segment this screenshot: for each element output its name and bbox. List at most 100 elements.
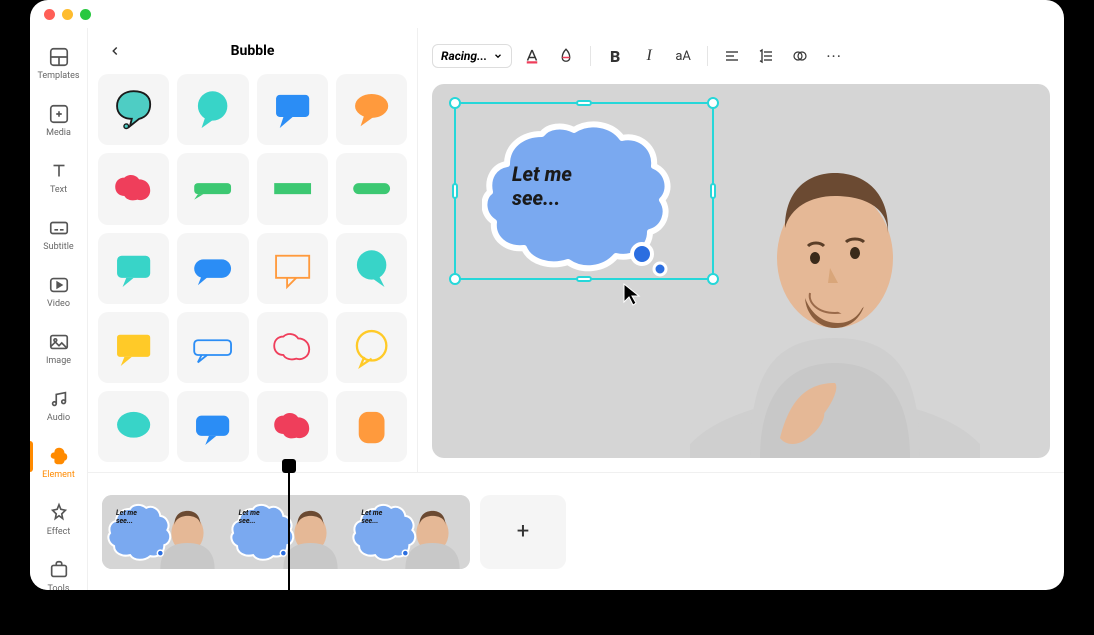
sidebar-item-audio[interactable]: Audio <box>30 388 87 423</box>
cursor-icon <box>622 282 642 306</box>
highlight-button[interactable] <box>552 42 580 70</box>
timeline-clip[interactable]: Let me see... Let me see... <box>102 495 470 569</box>
image-icon <box>48 331 70 353</box>
sidebar-item-label: Text <box>50 185 67 195</box>
resize-handle-l[interactable] <box>452 183 458 199</box>
back-button[interactable] <box>102 38 128 64</box>
mini-bubble-text: Let me see... <box>239 509 260 525</box>
bubble-thumb[interactable] <box>177 74 248 145</box>
sidebar-item-label: Subtitle <box>43 242 73 252</box>
canvas-area: Racing... B I aA <box>418 28 1064 472</box>
mini-bubble-text: Let me see... <box>361 509 382 525</box>
clip-frame: Let me see... <box>102 495 225 569</box>
separator <box>707 46 708 66</box>
bubble-thumb[interactable] <box>98 312 169 383</box>
sidebar-item-image[interactable]: Image <box>30 331 87 366</box>
video-icon <box>48 274 70 296</box>
align-left-button[interactable] <box>718 42 746 70</box>
bubble-thumb[interactable] <box>336 391 407 462</box>
text-color-button[interactable] <box>518 42 546 70</box>
bubble-thumb[interactable] <box>177 391 248 462</box>
canvas-wrap: Let me see... <box>418 84 1064 472</box>
font-name: Racing... <box>441 49 487 63</box>
italic-button[interactable]: I <box>635 42 663 70</box>
sidebar-item-tools[interactable]: Tools <box>30 559 87 590</box>
bubble-thumb[interactable] <box>336 312 407 383</box>
bubble-thumb[interactable] <box>177 233 248 304</box>
element-icon <box>48 445 70 467</box>
sidebar-item-label: Audio <box>47 413 70 423</box>
bubble-thumb[interactable] <box>257 74 328 145</box>
sidebar-item-label: Effect <box>47 527 71 537</box>
subtitle-icon <box>48 217 70 239</box>
bubble-thumb[interactable] <box>257 391 328 462</box>
bubble-thumb[interactable] <box>98 74 169 145</box>
bubble-thumb[interactable] <box>177 312 248 383</box>
bubble-grid <box>88 74 417 472</box>
window-minimize-dot[interactable] <box>62 9 73 20</box>
bubble-text[interactable]: Let me see... <box>512 162 572 210</box>
app-window: Templates Media Text Subtitle <box>30 0 1064 590</box>
templates-icon <box>48 46 70 68</box>
tools-icon <box>48 559 70 581</box>
app-body: Templates Media Text Subtitle <box>30 28 1064 590</box>
sidebar-item-label: Image <box>46 356 71 366</box>
resize-handle-br[interactable] <box>707 273 719 285</box>
bubble-thumb[interactable] <box>98 391 169 462</box>
bold-button[interactable]: B <box>601 42 629 70</box>
spacing-button[interactable] <box>752 42 780 70</box>
font-selector[interactable]: Racing... <box>432 44 512 68</box>
sidebar-item-element[interactable]: Element <box>30 445 87 480</box>
separator <box>590 46 591 66</box>
bubble-thumb[interactable] <box>257 233 328 304</box>
sidebar: Templates Media Text Subtitle <box>30 28 88 590</box>
resize-handle-tr[interactable] <box>707 97 719 109</box>
sidebar-item-templates[interactable]: Templates <box>30 46 87 81</box>
sidebar-item-effect[interactable]: Effect <box>30 502 87 537</box>
resize-handle-t[interactable] <box>576 100 592 106</box>
bubble-thumb[interactable] <box>98 233 169 304</box>
toolbar: Racing... B I aA <box>418 28 1064 84</box>
plus-icon: + <box>517 519 529 544</box>
sidebar-item-media[interactable]: Media <box>30 103 87 138</box>
panel-title: Bubble <box>88 43 417 59</box>
more-button[interactable]: ··· <box>820 42 848 70</box>
person-image <box>690 138 980 458</box>
chevron-down-icon <box>493 51 503 61</box>
bubble-thumb[interactable] <box>336 74 407 145</box>
sidebar-item-text[interactable]: Text <box>30 160 87 195</box>
bubble-thumb[interactable] <box>177 153 248 224</box>
bubble-thumb[interactable] <box>336 153 407 224</box>
window-maximize-dot[interactable] <box>80 9 91 20</box>
resize-handle-tl[interactable] <box>449 97 461 109</box>
canvas[interactable]: Let me see... <box>432 84 1050 458</box>
sidebar-item-label: Tools <box>47 584 69 590</box>
bubble-thumb[interactable] <box>98 153 169 224</box>
bubble-thumb[interactable] <box>257 153 328 224</box>
resize-handle-bl[interactable] <box>449 273 461 285</box>
timeline: Let me see... Let me see... <box>88 472 1064 590</box>
panel-header: Bubble <box>88 28 417 74</box>
resize-handle-r[interactable] <box>710 183 716 199</box>
bubble-thumb[interactable] <box>336 233 407 304</box>
sidebar-item-label: Video <box>47 299 70 309</box>
window-close-dot[interactable] <box>44 9 55 20</box>
titlebar <box>30 0 1064 28</box>
mini-bubble-text: Let me see... <box>116 509 137 525</box>
audio-icon <box>48 388 70 410</box>
element-panel: Bubble <box>88 28 418 472</box>
sidebar-item-label: Media <box>46 128 71 138</box>
sidebar-item-label: Templates <box>37 71 79 81</box>
text-case-button[interactable]: aA <box>669 42 697 70</box>
sidebar-item-subtitle[interactable]: Subtitle <box>30 217 87 252</box>
bubble-thumb[interactable] <box>257 312 328 383</box>
text-icon <box>48 160 70 182</box>
effect-icon <box>48 502 70 524</box>
transparency-button[interactable] <box>786 42 814 70</box>
clip-frame: Let me see... <box>225 495 348 569</box>
playhead[interactable] <box>288 463 290 590</box>
sidebar-item-video[interactable]: Video <box>30 274 87 309</box>
add-clip-button[interactable]: + <box>480 495 566 569</box>
clip-frame: Let me see... <box>347 495 470 569</box>
media-icon <box>48 103 70 125</box>
